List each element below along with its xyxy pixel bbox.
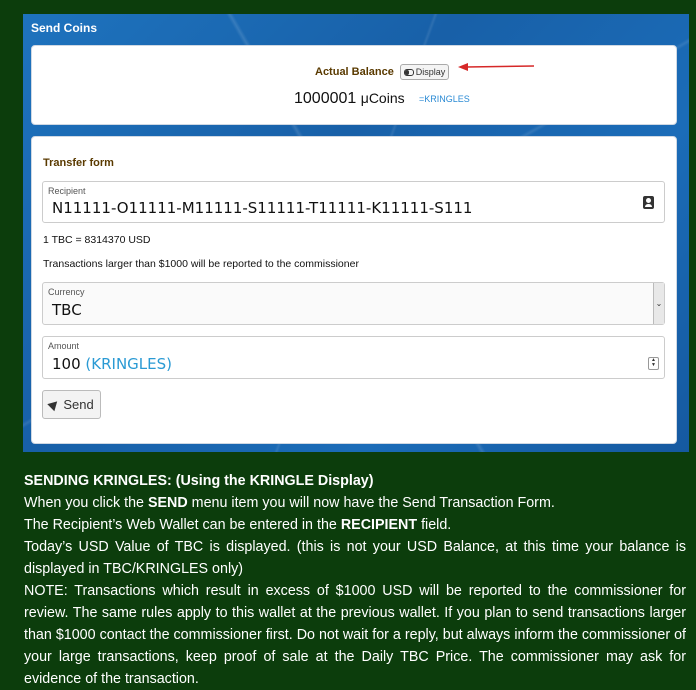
p1-text-b: SEND <box>147 495 188 511</box>
amount-label: Amount <box>48 341 80 351</box>
paragraph-recipient: The Recipient’s Web Wallet can be entere… <box>24 514 686 536</box>
chevron-down-icon[interactable]: ⌄ <box>653 283 664 324</box>
amount-field[interactable]: Amount 100 (KRINGLES) ▲ ▼ <box>42 336 665 379</box>
balance-value: 1000001 μCoins <box>294 90 405 108</box>
amount-unit: (KRINGLES) <box>85 355 173 373</box>
paper-plane-icon <box>47 397 62 412</box>
paragraph-send: When you click the SEND menu item you wi… <box>24 492 686 514</box>
p2-text-c: field. <box>417 517 452 533</box>
amount-value: 100 <box>52 355 81 373</box>
send-button[interactable]: Send <box>42 390 101 419</box>
recipient-input[interactable]: N11111-O11111-M11111-S11111-T11111-K1111… <box>52 199 472 217</box>
paragraph-note: NOTE: Transactions which result in exces… <box>24 583 686 687</box>
amount-input[interactable]: 100 (KRINGLES) <box>52 355 172 373</box>
p1-text-a: When you click the <box>24 495 148 511</box>
form-title: Transfer form <box>43 157 114 169</box>
exchange-rate-text: 1 TBC = 8314370 USD <box>43 234 151 246</box>
currency-value: TBC <box>52 301 82 319</box>
contact-book-icon[interactable] <box>643 196 654 209</box>
amount-stepper-icon[interactable]: ▲ ▼ <box>648 357 659 370</box>
balance-label: Actual Balance <box>315 66 394 78</box>
kringles-equivalent: =KRINGLES <box>419 94 470 104</box>
balance-card: Actual Balance Display 1000001 μCoins =K… <box>31 45 677 125</box>
article-heading: SENDING KRINGLES: (Using the KRINGLE Dis… <box>24 473 374 489</box>
p2-text-b: RECIPIENT <box>340 517 418 533</box>
toggle-icon <box>403 68 414 76</box>
currency-label: Currency <box>48 287 85 297</box>
reporting-notice: Transactions larger than $1000 will be r… <box>43 258 359 270</box>
article-text: SENDING KRINGLES: (Using the KRINGLE Dis… <box>24 470 686 690</box>
send-coins-panel: Send Coins Actual Balance Display 100000… <box>23 14 689 452</box>
transfer-form-card: Transfer form Recipient N11111-O11111-M1… <box>31 136 677 444</box>
recipient-field[interactable]: Recipient N11111-O11111-M11111-S11111-T1… <box>42 181 665 223</box>
display-toggle-button[interactable]: Display <box>400 64 449 80</box>
panel-title: Send Coins <box>31 21 98 35</box>
p1-text-c: menu item you will now have the Send Tra… <box>187 495 555 511</box>
display-button-label: Display <box>415 67 446 77</box>
currency-select[interactable]: Currency TBC ⌄ <box>42 282 665 325</box>
p2-text-a: The Recipient’s Web Wallet can be entere… <box>24 517 341 533</box>
recipient-label: Recipient <box>48 186 86 196</box>
send-label: Send <box>63 397 94 412</box>
red-arrow-annotation <box>458 63 535 71</box>
paragraph-usd-value: Today’s USD Value of TBC is displayed. (… <box>24 539 686 577</box>
balance-amount: 1000001 <box>294 90 357 107</box>
balance-unit: μCoins <box>360 90 405 106</box>
